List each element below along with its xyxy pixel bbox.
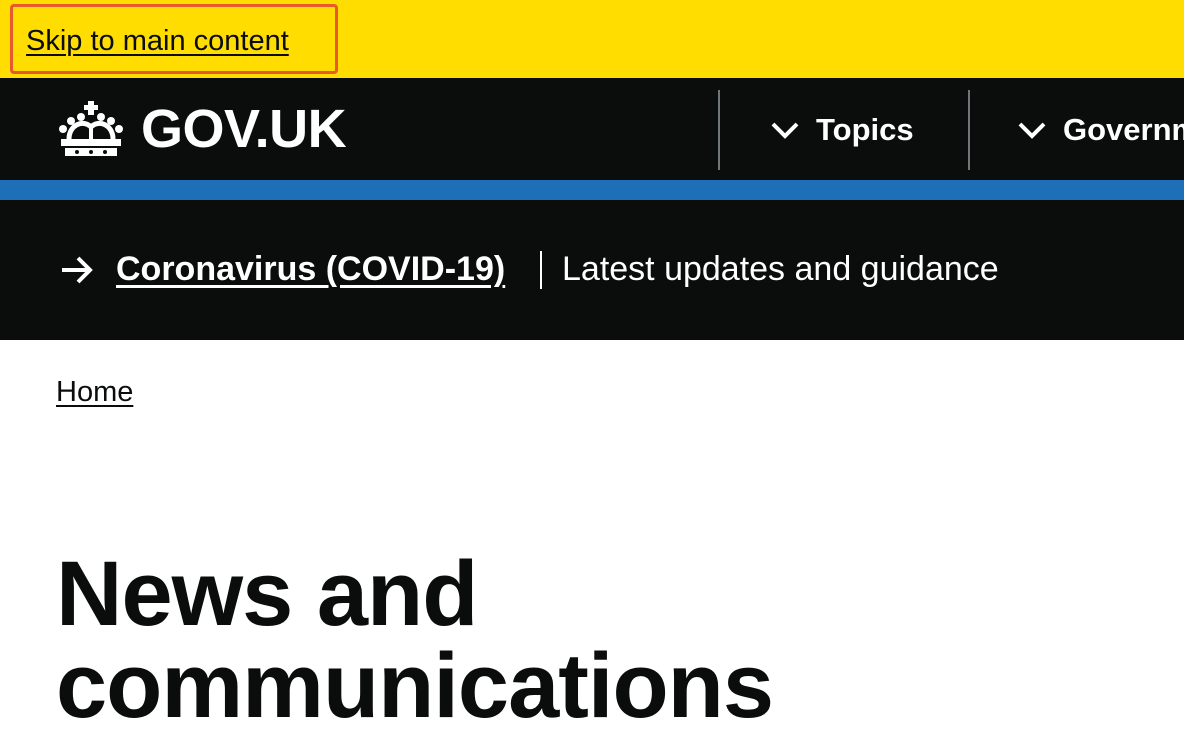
govuk-logo-link[interactable]: GOV.UK — [55, 99, 347, 159]
page-title: News and communications — [56, 543, 774, 737]
covid-link[interactable]: Coronavirus (COVID-19) — [116, 248, 505, 290]
crown-icon — [59, 101, 123, 156]
nav-topics-label: Topics — [816, 112, 914, 147]
skip-link-bar: Skip to main content — [0, 0, 1184, 78]
chevron-down-icon — [771, 122, 799, 139]
nav-divider — [968, 90, 970, 170]
nav-government-activity-button[interactable]: Governm — [1017, 108, 1184, 152]
chevron-down-icon — [1018, 122, 1046, 139]
site-header: GOV.UK Topics Governm — [0, 78, 1184, 180]
covid-banner: Coronavirus (COVID-19) Latest updates an… — [0, 200, 1184, 340]
nav-topics-button[interactable]: Topics — [770, 108, 914, 152]
logo-text: GOV.UK — [141, 99, 347, 159]
covid-description: Latest updates and guidance — [562, 250, 999, 288]
nav-divider — [718, 90, 720, 170]
header-stripe — [0, 180, 1184, 200]
arrow-right-icon — [62, 256, 93, 284]
nav-government-activity-label: Governm — [1063, 112, 1184, 147]
banner-separator — [540, 251, 542, 289]
breadcrumb-home-link[interactable]: Home — [56, 374, 133, 410]
skip-to-main-content-link[interactable]: Skip to main content — [10, 4, 338, 74]
